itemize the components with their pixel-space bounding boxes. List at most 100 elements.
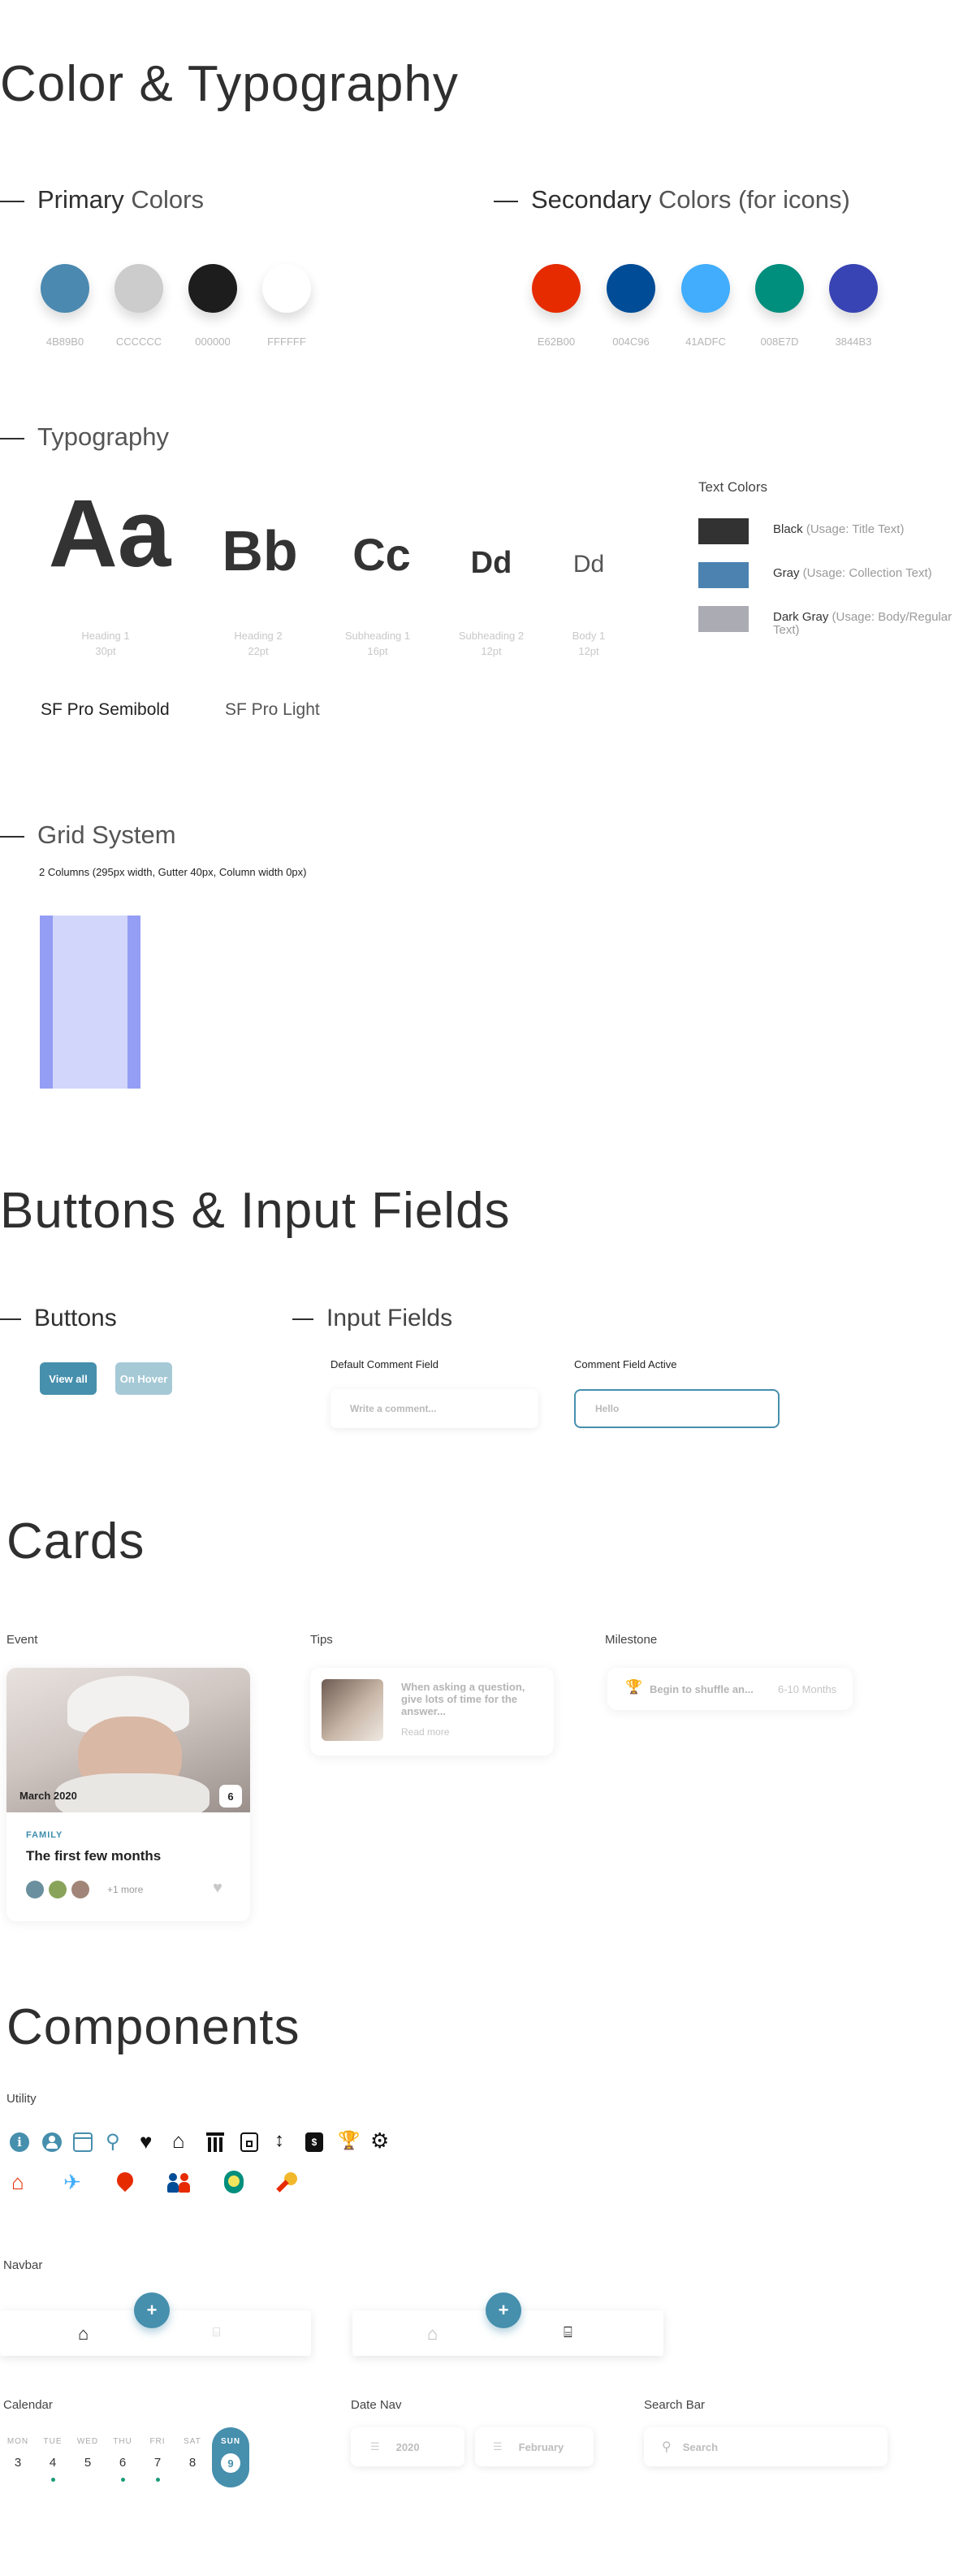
tips-read-more-link[interactable]: Read more <box>401 1726 449 1738</box>
text-color-name: Gray <box>773 566 800 580</box>
map-pin-icon[interactable] <box>113 2168 137 2193</box>
calendar-icon[interactable] <box>73 2132 93 2152</box>
baby-icon[interactable] <box>224 2171 244 2193</box>
color-swatch <box>41 264 89 313</box>
home-icon[interactable]: ⌂ <box>172 2130 185 2151</box>
text-color-name: Dark Gray <box>773 610 829 624</box>
event-dot <box>50 2478 55 2482</box>
heart-icon[interactable]: ♥ <box>213 1879 222 1898</box>
event-card-label: Event <box>6 1633 38 1647</box>
primary-swatch-4 <box>262 264 311 313</box>
nav-building-icon[interactable]: ⌸ <box>564 2324 572 2341</box>
family-icon-head <box>180 2173 188 2181</box>
airplane-icon[interactable]: ✈ <box>63 2171 81 2193</box>
grid-description: 2 Columns (295px width, Gutter 40px, Col… <box>39 866 307 878</box>
typo-label-name: Body 1 <box>572 630 606 642</box>
text-color-label: Dark Gray (Usage: Body/Regular Text) <box>773 606 959 637</box>
font-semibold-label: SF Pro Semibold <box>41 700 170 719</box>
default-comment-label: Default Comment Field <box>330 1358 438 1370</box>
day-name: MON <box>6 2437 29 2446</box>
trophy-icon: 🏆 <box>625 1679 643 1695</box>
avatar <box>71 1881 89 1898</box>
text-color-swatch <box>698 518 749 544</box>
search-placeholder: Search <box>682 2440 719 2453</box>
secondary-colors-heading: Secondary Colors (for icons) <box>494 185 850 214</box>
navbar-add-button[interactable]: + <box>134 2292 170 2328</box>
family-icon[interactable] <box>167 2171 192 2193</box>
buttons-heading: Buttons <box>0 1305 117 1332</box>
text-color-name: Black <box>773 522 803 536</box>
rattle-icon-handle <box>276 2180 289 2193</box>
calendar-day[interactable]: WED 5 <box>73 2437 102 2470</box>
primary-swatch-3 <box>188 264 237 313</box>
comment-input-active[interactable]: Hello <box>574 1389 780 1428</box>
nav-building-icon[interactable]: ⌸ <box>213 2326 221 2340</box>
search-icon: ⚲ <box>662 2440 672 2454</box>
calendar-day[interactable]: TUE 4 <box>38 2437 67 2482</box>
search-input[interactable]: ⚲ Search <box>644 2427 888 2466</box>
color-swatch <box>681 264 730 313</box>
tips-card[interactable]: When asking a question, give lots of tim… <box>310 1668 554 1756</box>
day-number: 5 <box>84 2456 92 2470</box>
heading-dash <box>292 1318 313 1321</box>
sort-icon[interactable]: ↕ <box>274 2129 284 2152</box>
event-card[interactable]: March 2020 6 FAMILY The first few months… <box>6 1668 250 1921</box>
comment-input-default[interactable]: Write a comment... <box>330 1389 538 1428</box>
milestone-card[interactable]: 🏆 Begin to shuffle an... 6-10 Months <box>607 1668 853 1710</box>
typo-label-name: Subheading 1 <box>344 630 411 642</box>
shopping-bag-icon[interactable]: $ <box>305 2132 323 2152</box>
color-swatch <box>607 264 655 313</box>
text-color-label: Gray (Usage: Collection Text) <box>773 562 932 580</box>
swatch-label: 008E7D <box>760 336 799 348</box>
secondary-swatch-3 <box>681 264 730 313</box>
event-category: FAMILY <box>26 1830 63 1840</box>
heading-dash <box>0 1318 21 1321</box>
nav-home-icon[interactable]: ⌂ <box>427 2323 438 2344</box>
secondary-swatch-4 <box>755 264 804 313</box>
navbar-add-button[interactable]: + <box>486 2292 521 2328</box>
swatch-label: 3844B3 <box>835 336 872 348</box>
grid-gutter-right <box>127 916 140 1089</box>
calendar-day[interactable]: MON 3 <box>3 2437 32 2470</box>
on-hover-button[interactable]: On Hover <box>115 1362 172 1395</box>
milestone-range: 6-10 Months <box>778 1683 837 1695</box>
year-selector[interactable]: ☰ 2020 <box>351 2427 464 2466</box>
typo-label-size: 12pt <box>578 645 599 657</box>
input-fields-heading: Input Fields <box>292 1305 452 1332</box>
view-all-button[interactable]: View all <box>40 1362 97 1395</box>
calendar-day[interactable]: SAT 8 <box>178 2437 207 2470</box>
profile-icon[interactable] <box>42 2132 62 2152</box>
date-icon[interactable] <box>240 2132 258 2152</box>
heading-dash <box>0 200 24 202</box>
event-dot <box>155 2478 160 2482</box>
color-swatch <box>262 264 311 313</box>
heart-filled-icon[interactable]: ♥ <box>140 2129 152 2154</box>
date-icon-box <box>246 2141 253 2147</box>
info-icon[interactable]: i <box>10 2132 29 2152</box>
heading-dash <box>0 437 24 439</box>
building-icon-col <box>208 2137 211 2152</box>
typo-label-size: 30pt <box>95 645 116 657</box>
typo-label-body-1: Body 1 12pt <box>544 628 633 659</box>
typo-sample-subheading-1: Cc <box>352 529 411 580</box>
location-pin-icon[interactable]: ⚲ <box>106 2130 120 2154</box>
trophy-icon[interactable]: 🏆 <box>338 2130 360 2151</box>
typo-label-name: Heading 1 <box>81 630 130 642</box>
calendar-day[interactable]: FRI 7 <box>143 2437 172 2482</box>
month-selector[interactable]: ☰ February <box>475 2427 594 2466</box>
house-color-icon[interactable]: ⌂ <box>11 2171 24 2193</box>
text-color-usage: (Usage: Title Text) <box>802 522 905 536</box>
typo-sample-body-1: Dd <box>572 551 605 578</box>
calendar-day[interactable]: THU 6 <box>108 2437 137 2482</box>
nav-home-icon[interactable]: ⌂ <box>78 2323 89 2344</box>
building-icon[interactable] <box>206 2132 224 2152</box>
typography-heading: Typography <box>0 422 169 452</box>
secondary-swatch-5 <box>829 264 878 313</box>
typo-sample-subheading-2: Dd <box>470 546 512 580</box>
day-number: 7 <box>153 2456 162 2470</box>
calendar-day-selected[interactable]: SUN 9 <box>212 2427 249 2487</box>
rattle-icon[interactable] <box>276 2172 297 2193</box>
swatch-label: 4B89B0 <box>45 336 84 348</box>
milestone-text: Begin to shuffle an... <box>650 1683 754 1695</box>
gear-icon[interactable]: ⚙ <box>370 2128 389 2154</box>
